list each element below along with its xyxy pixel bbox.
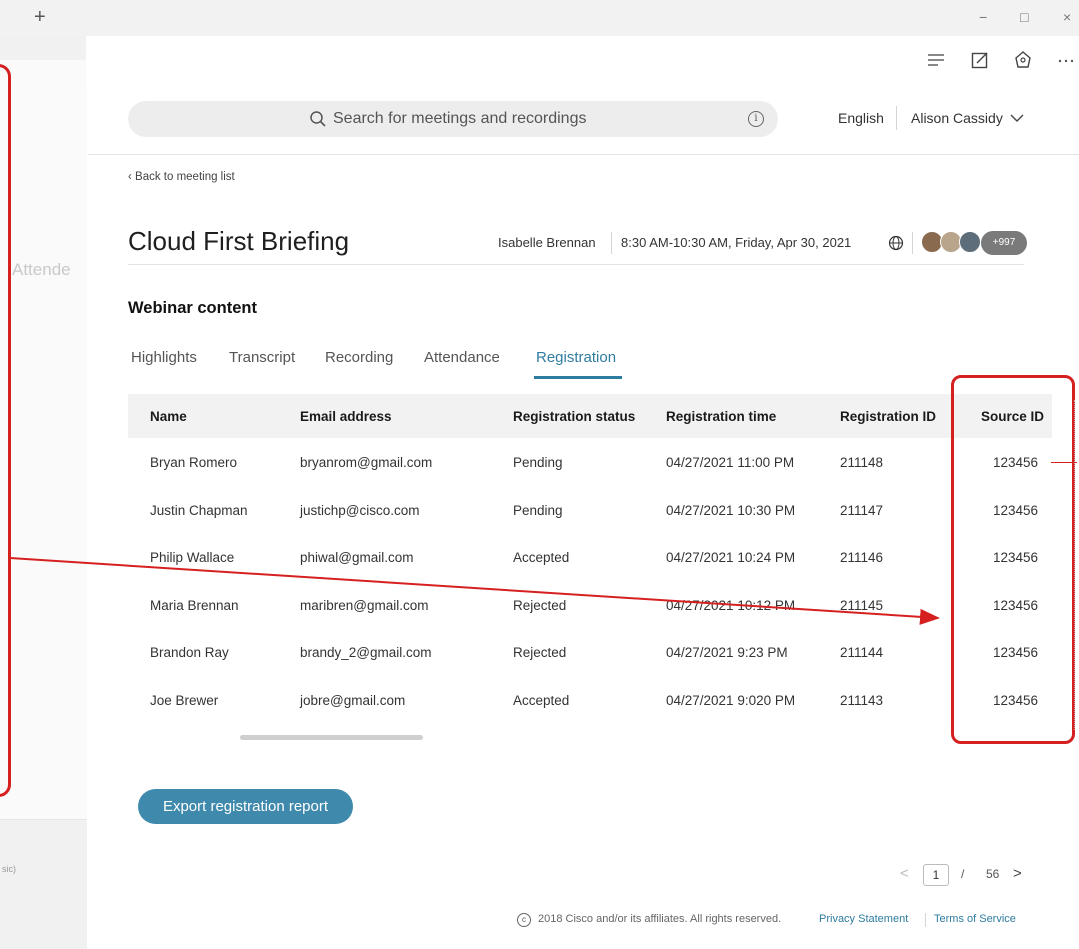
annotation-arrow xyxy=(9,557,940,625)
